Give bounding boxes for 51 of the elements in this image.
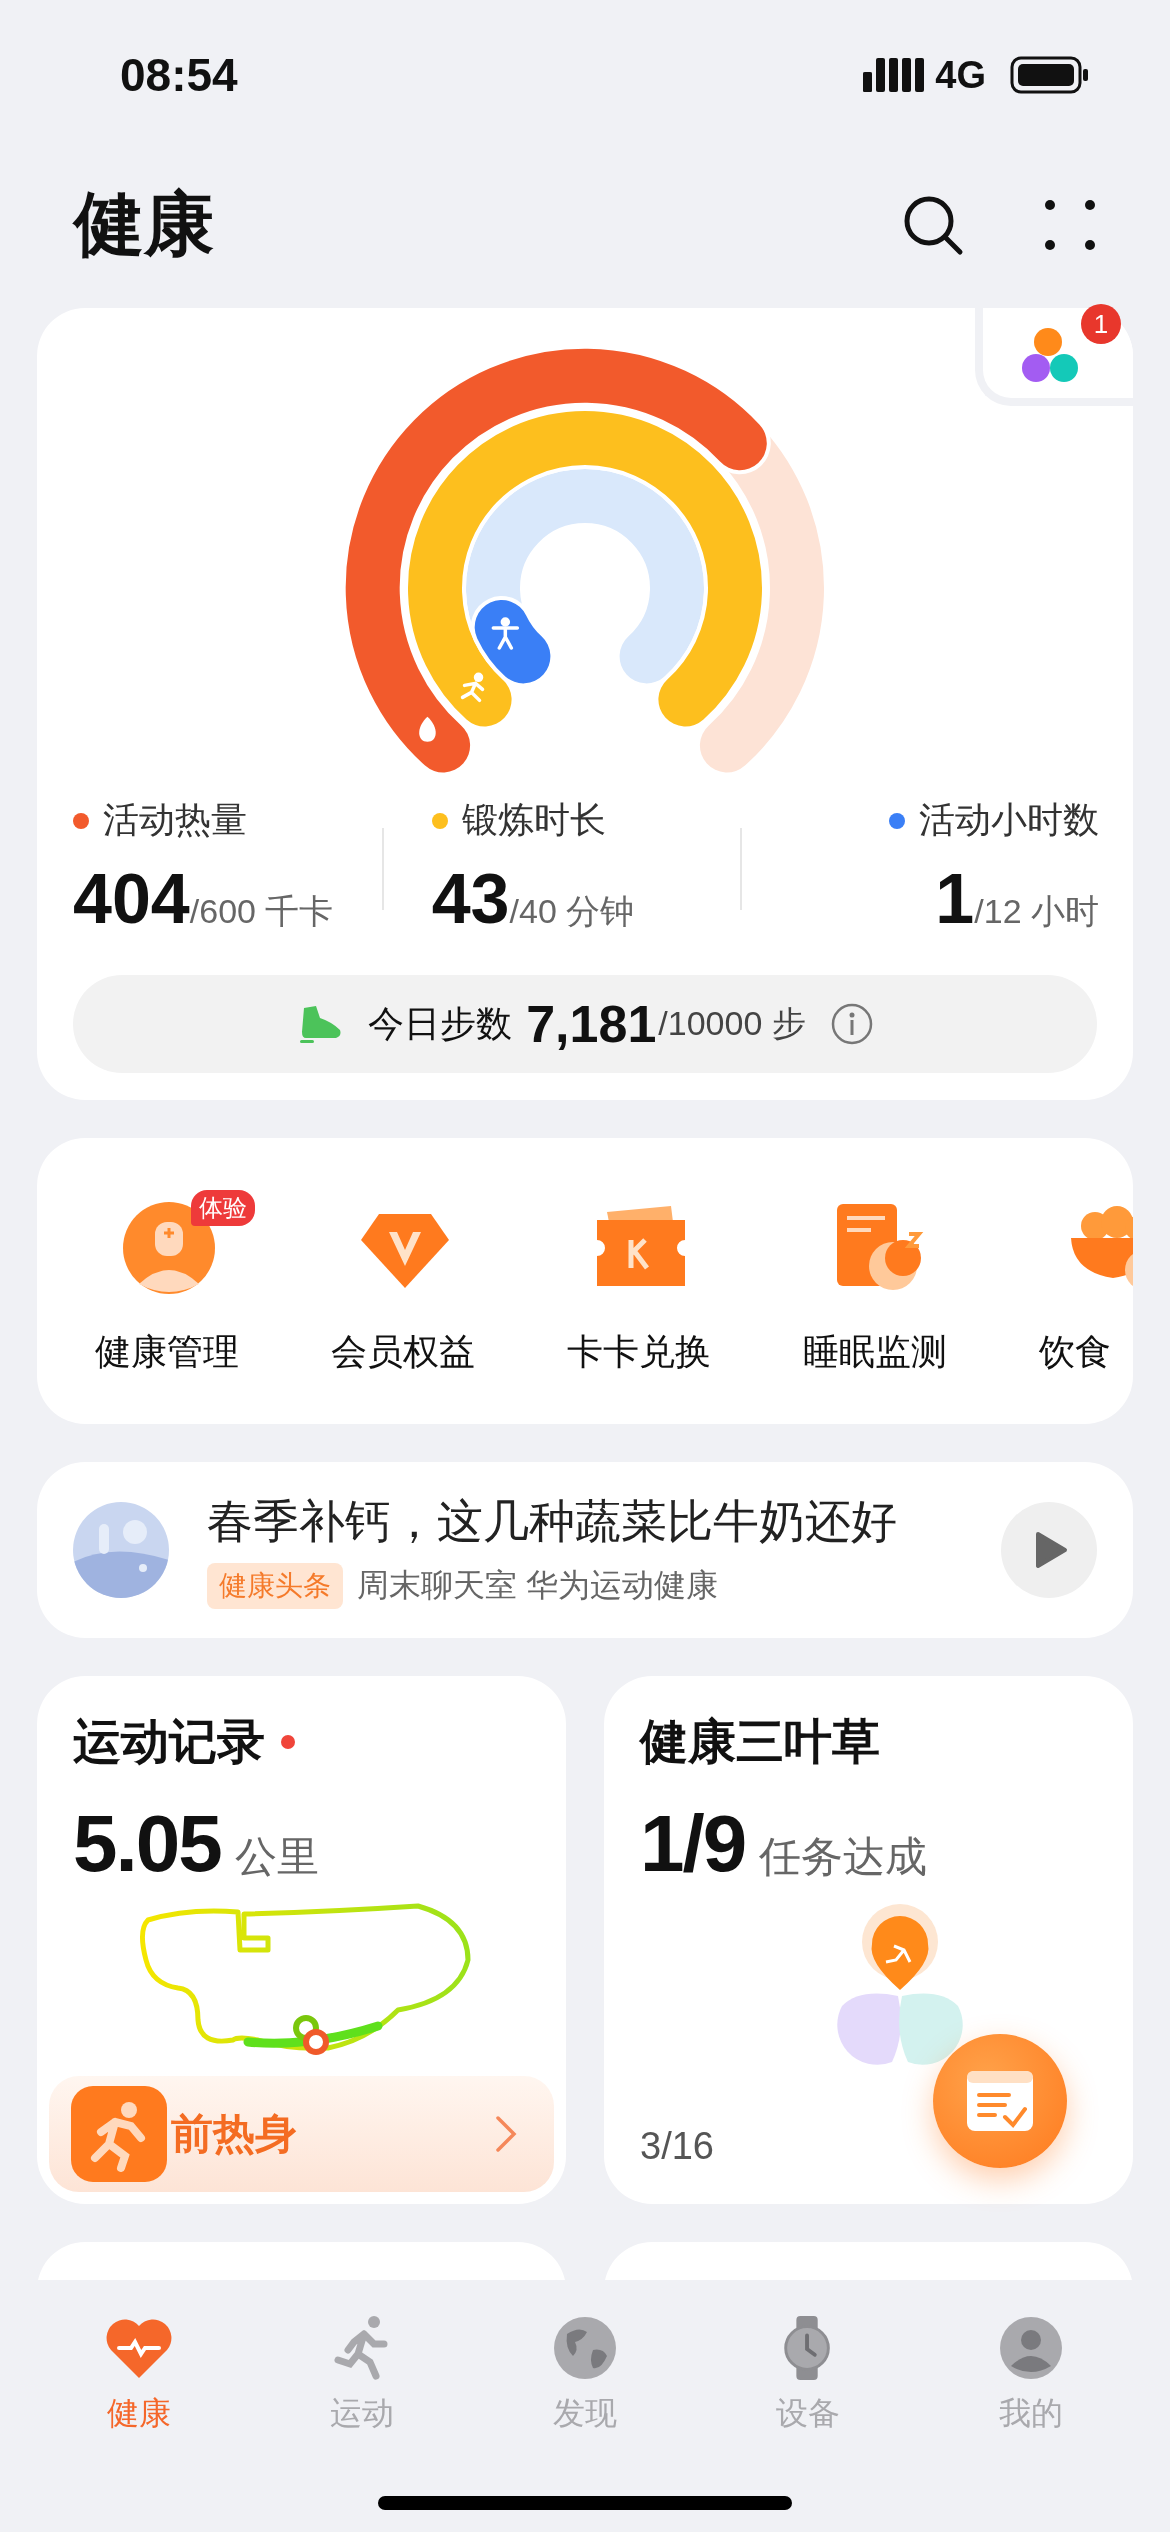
- clover-card[interactable]: 健康三叶草 1/9 任务达成 3/16: [604, 1676, 1133, 2204]
- profile-icon: [998, 2316, 1063, 2380]
- battery-icon: [1010, 56, 1090, 94]
- stat-value: 1: [935, 859, 975, 939]
- stat-label: 活动小时数: [919, 798, 1099, 842]
- shortcut-item[interactable]: 饮食: [1015, 1185, 1133, 1377]
- card-title: 运动记录: [73, 1714, 265, 1770]
- steps-target: /10000 步: [658, 1003, 806, 1044]
- exercise-card[interactable]: 运动记录 5.05 公里 前热身: [37, 1676, 566, 2204]
- search-icon[interactable]: [902, 194, 964, 256]
- play-icon: [1034, 1531, 1068, 1569]
- network-type: 4G: [935, 53, 986, 97]
- stat-target: /40 分钟: [509, 891, 635, 932]
- news-source: 周末聊天室 华为运动健康: [357, 1566, 718, 1605]
- globe-icon: [553, 2316, 617, 2380]
- card-unit: 公里: [234, 1832, 319, 1882]
- signal-icon: [863, 58, 926, 92]
- warmup-label: 前热身: [171, 2109, 298, 2159]
- chevron-icon: [494, 2114, 518, 2154]
- checklist-icon: [965, 2069, 1035, 2133]
- news-tag: 健康头条: [207, 1563, 343, 1609]
- shortcut-item[interactable]: 睡眠监测: [779, 1185, 975, 1377]
- news-headline: 春季补钙，这几种蔬菜比牛奶还好: [207, 1494, 898, 1549]
- checklist-button[interactable]: [933, 2034, 1067, 2168]
- stat-target: /12 小时: [974, 892, 1099, 932]
- steps-bar[interactable]: 今日步数 7,181/10000 步: [73, 975, 1097, 1073]
- card-title: 健康三叶草: [640, 1714, 880, 1770]
- steps-value: 7,181: [526, 994, 657, 1054]
- shortcut-item[interactable]: 会员权益: [307, 1185, 503, 1377]
- heart-icon: [105, 2318, 174, 2380]
- trial-badge: 体验: [191, 1189, 255, 1226]
- info-icon[interactable]: [829, 1002, 874, 1046]
- page-title: 健康: [74, 184, 214, 265]
- news-card[interactable]: 春季补钙，这几种蔬菜比牛奶还好 健康头条 周末聊天室 华为运动健康: [37, 1462, 1133, 1638]
- stat-label: 活动热量: [103, 798, 247, 842]
- more-icon[interactable]: [1044, 199, 1096, 251]
- stat-value: 404: [73, 859, 190, 939]
- card-value: 1/9: [640, 1798, 746, 1890]
- steps-label: 今日步数: [368, 1001, 513, 1046]
- status-time: 08:54: [120, 48, 238, 102]
- card-footer: 3/16: [640, 2125, 714, 2168]
- card-value: 5.05: [73, 1798, 221, 1890]
- stat-label: 锻炼时长: [461, 798, 606, 842]
- runner-icon: [71, 2086, 167, 2182]
- notification-badge: 1: [1081, 304, 1121, 344]
- card-unit: 任务达成: [759, 1832, 928, 1882]
- stat-value: 43: [431, 859, 510, 939]
- watch-icon: [782, 2316, 833, 2380]
- shortcut-item[interactable]: 体验 健康管理: [71, 1185, 267, 1377]
- stat-target: /600 千卡: [189, 892, 334, 932]
- shortcut-item[interactable]: 卡卡兑换: [543, 1185, 739, 1377]
